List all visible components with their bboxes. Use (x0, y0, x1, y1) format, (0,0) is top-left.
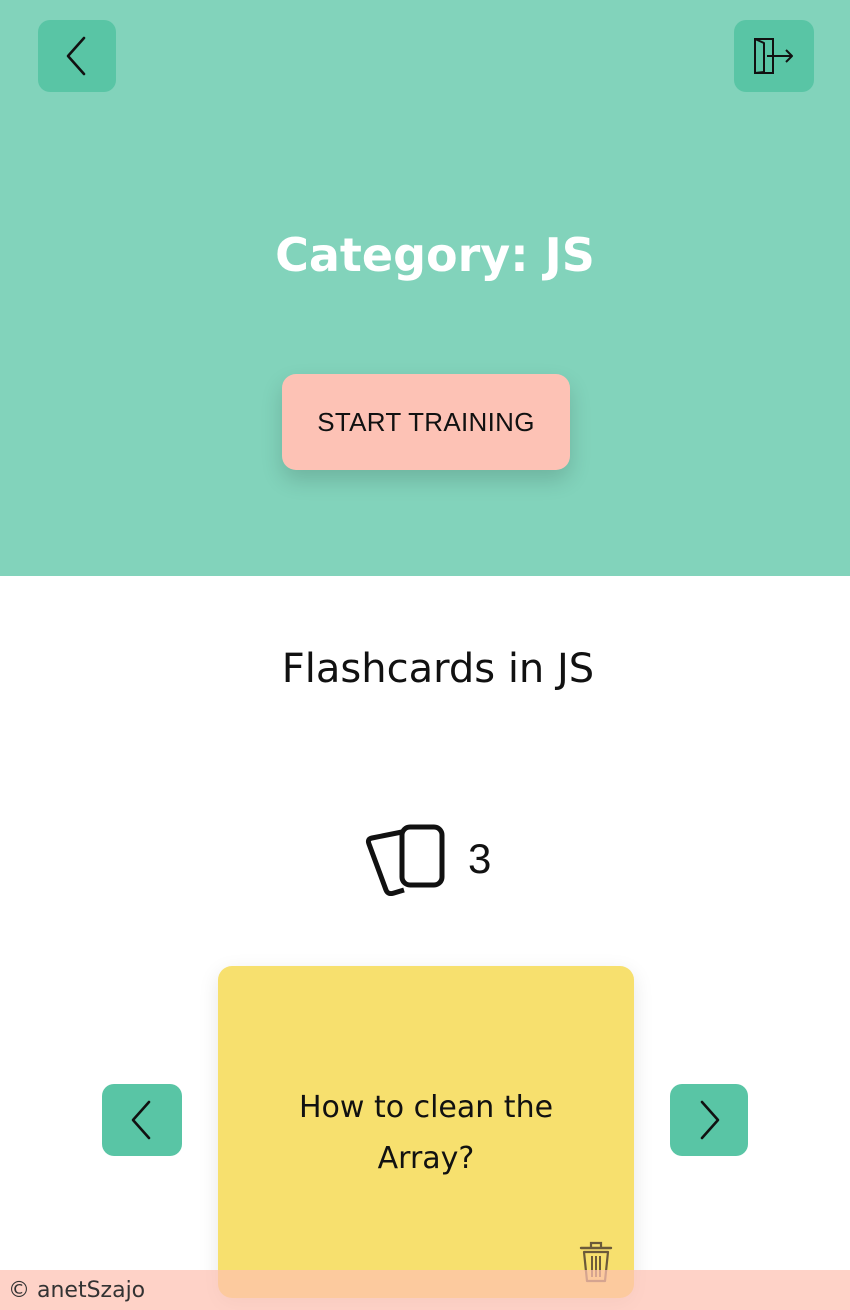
back-button[interactable] (38, 20, 116, 92)
flashcards-heading: Flashcards in JS (281, 646, 595, 692)
card-count-value: 3 (468, 835, 492, 882)
flashcard[interactable]: How to clean the Array? (218, 966, 634, 1298)
start-training-button[interactable]: START TRAINING (282, 374, 570, 470)
logout-button[interactable] (734, 20, 814, 92)
flashcard-count: 3 (364, 822, 491, 896)
logout-door-icon (754, 38, 793, 74)
category-hero: Category: JS START TRAINING (0, 0, 850, 576)
chevron-left-icon (66, 36, 86, 76)
copyright-text: © anetSzajo (8, 1277, 146, 1303)
flashcard-question: How to clean the Array? (298, 1090, 554, 1176)
cards-stack-icon (365, 824, 445, 896)
next-card-button[interactable] (670, 1084, 748, 1156)
chevron-right-icon (700, 1100, 720, 1140)
footer: © anetSzajo (0, 1270, 850, 1310)
chevron-left-icon (131, 1100, 151, 1140)
page-title: Category: JS (275, 228, 595, 282)
previous-card-button[interactable] (102, 1084, 182, 1156)
